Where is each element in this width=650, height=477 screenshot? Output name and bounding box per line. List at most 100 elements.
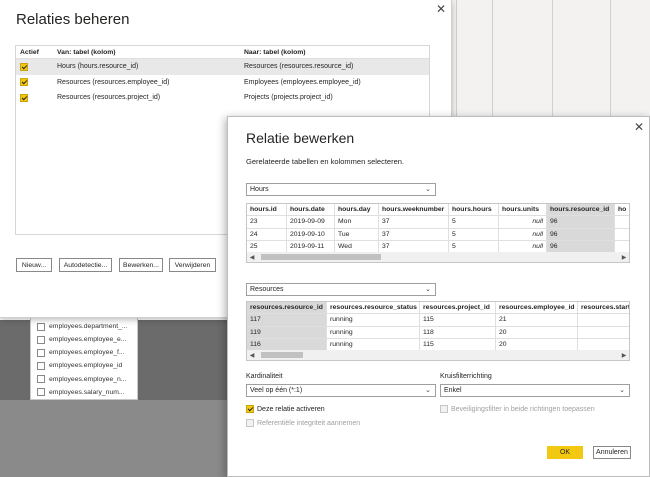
preview-header-row: resources.resource_id resources.resource_… [247, 302, 629, 315]
relationship-row[interactable]: Resources (resources.employee_id) Employe… [16, 75, 429, 91]
scroll-thumb[interactable] [261, 254, 381, 260]
preview-column-header[interactable]: hours.date [287, 204, 335, 216]
preview-column-header[interactable]: resources.project_id [420, 302, 496, 314]
crossfilter-value: Enkel [444, 387, 462, 394]
table-field-icon [37, 322, 45, 331]
table1-select[interactable]: Hours ⌄ [246, 183, 436, 196]
field-list-item[interactable]: employees.employee_n... [31, 372, 137, 385]
ok-button[interactable]: OK [547, 446, 583, 459]
table1-preview: hours.id hours.date hours.day hours.weeknum… [246, 203, 630, 263]
preview-cell: 5 [449, 240, 499, 253]
cardinality-select[interactable]: Veel op één (*:1) ⌄ [246, 384, 436, 397]
preview-cell: 96 [547, 216, 615, 228]
column-header-active: Actief [20, 48, 39, 56]
chevron-down-icon: ⌄ [425, 186, 431, 193]
relationship-row[interactable]: Resources (resources.project_id) Projects… [16, 90, 429, 106]
checkbox-checked-icon [246, 405, 254, 413]
preview-cell: 116 [247, 338, 327, 351]
new-button[interactable]: Nieuw... [16, 258, 52, 272]
security-filter-label: Beveiligingsfilter in beide richtingen t… [451, 405, 595, 413]
preview-cell: null [499, 216, 547, 228]
preview-cell: null [499, 240, 547, 253]
preview-cell: 117 [247, 314, 327, 326]
preview-cell: 96 [547, 228, 615, 240]
close-icon[interactable]: ✕ [435, 3, 447, 15]
preview-column-header[interactable]: hours.id [247, 204, 287, 216]
active-cell [16, 62, 57, 71]
edit-button[interactable]: Bewerken... [119, 258, 163, 272]
field-list-item[interactable]: employees.employee_id [31, 359, 137, 372]
preview-cell: 37 [379, 228, 449, 240]
dialog-title: Relaties beheren [16, 11, 130, 28]
preview-row: 23 2019-09-09 Mon 37 5 null 96 [247, 216, 629, 229]
preview-row: 117 running 115 21 [247, 314, 629, 327]
preview-column-header[interactable]: hours.hours [449, 204, 499, 216]
active-checkbox[interactable] [20, 62, 28, 71]
background-column-divider [552, 0, 553, 120]
preview-cell: Mon [335, 216, 379, 228]
field-label: employees.employee_f... [49, 349, 125, 357]
relationship-row[interactable]: Hours (hours.resource_id) Resources (reso… [16, 59, 429, 75]
dialog-subtitle: Gerelateerde tabellen en kolommen select… [246, 157, 405, 166]
table-field-icon [37, 335, 45, 344]
table-field-icon [37, 348, 45, 357]
preview-cell [615, 216, 629, 227]
preview-header-row: hours.id hours.date hours.day hours.weeknum… [247, 204, 629, 217]
preview-column-header[interactable]: resources.start_ [578, 302, 629, 313]
close-icon[interactable]: ✕ [633, 121, 645, 133]
from-cell: Hours (hours.resource_id) [57, 63, 139, 71]
preview-cell: 5 [449, 228, 499, 240]
table-field-icon [37, 375, 45, 384]
scroll-left-icon[interactable]: ◀ [247, 352, 257, 359]
field-label: employees.employee_n... [49, 375, 127, 383]
preview-column-header[interactable]: ho [615, 204, 629, 215]
cardinality-value: Veel op één (*:1) [250, 387, 303, 394]
field-list-item[interactable]: employees.employee_f... [31, 346, 137, 359]
chevron-down-icon: ⌄ [619, 387, 625, 394]
activate-relationship-checkbox[interactable]: Deze relatie activeren [246, 405, 325, 413]
scroll-left-icon[interactable]: ◀ [247, 254, 257, 261]
autodetect-button[interactable]: Autodetectie... [59, 258, 112, 272]
table-header: Actief Van: tabel (kolom) Naar: tabel (k… [16, 46, 429, 59]
to-cell: Projects (projects.project_id) [244, 94, 333, 102]
checkbox-unchecked-icon [440, 405, 448, 413]
field-list-item[interactable]: employees.salary_num... [31, 386, 137, 399]
preview-column-header[interactable]: hours.weeknumber [379, 204, 449, 216]
preview-row: 119 running 118 20 [247, 326, 629, 339]
preview-cell: 2019-09-10 [287, 228, 335, 240]
cancel-button[interactable]: Annuleren [593, 446, 631, 459]
security-filter-checkbox: Beveiligingsfilter in beide richtingen t… [440, 405, 595, 413]
field-list-item[interactable]: employees.employee_e... [31, 333, 137, 346]
preview-column-header[interactable]: hours.units [499, 204, 547, 216]
preview-column-header[interactable]: resources.resource_status [327, 302, 420, 314]
table2-scrollbar[interactable]: ◀ ▶ [247, 350, 629, 360]
preview-cell: 20 [496, 338, 578, 351]
preview-cell: 25 [247, 240, 287, 253]
to-cell: Resources (resources.resource_id) [244, 63, 354, 71]
field-list-item[interactable]: employees.department_... [31, 320, 137, 333]
preview-column-header[interactable]: hours.resource_id [547, 204, 615, 216]
table2-select[interactable]: Resources ⌄ [246, 283, 436, 296]
field-label: employees.salary_num... [49, 388, 125, 396]
active-checkbox[interactable] [20, 93, 28, 102]
active-checkbox[interactable] [20, 78, 28, 87]
delete-button[interactable]: Verwijderen [169, 258, 216, 272]
preview-column-header[interactable]: hours.day [335, 204, 379, 216]
preview-column-header[interactable]: resources.resource_id [247, 302, 327, 314]
preview-column-header[interactable]: resources.employee_id [496, 302, 578, 314]
referential-integrity-label: Referentiële integriteit aannemen [257, 419, 361, 427]
column-header-to: Naar: tabel (kolom) [244, 48, 306, 56]
field-label: employees.department_... [49, 323, 128, 331]
preview-cell: 24 [247, 228, 287, 240]
column-header-from: Van: tabel (kolom) [57, 48, 116, 56]
scroll-right-icon[interactable]: ▶ [619, 352, 629, 359]
crossfilter-select[interactable]: Enkel ⌄ [440, 384, 630, 397]
scroll-right-icon[interactable]: ▶ [619, 254, 629, 261]
table1-scrollbar[interactable]: ◀ ▶ [247, 252, 629, 262]
scroll-thumb[interactable] [261, 352, 303, 358]
preview-cell: 37 [379, 240, 449, 253]
preview-cell: 115 [420, 314, 496, 326]
table-field-icon [37, 361, 45, 370]
preview-cell [578, 327, 629, 338]
preview-cell: 21 [496, 314, 578, 326]
